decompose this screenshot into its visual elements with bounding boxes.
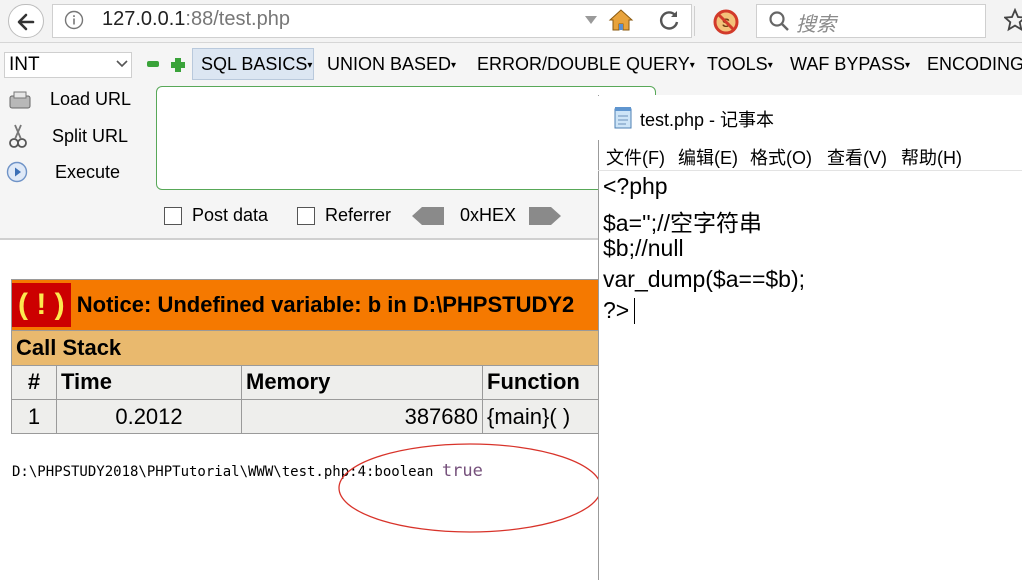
cell-memory: 387680 xyxy=(241,399,483,434)
column-time: Time xyxy=(56,364,242,401)
url-path: :88/test.php xyxy=(185,8,290,30)
menu-encoding[interactable]: ENCODING xyxy=(927,54,1022,75)
menu-encoding-label: ENCODING xyxy=(927,54,1022,74)
menu-tools[interactable]: TOOLS▾ xyxy=(707,54,773,75)
menu-waf-bypass[interactable]: WAF BYPASS▾ xyxy=(790,54,910,75)
url-textarea[interactable] xyxy=(156,86,656,190)
split-url-label: Split URL xyxy=(52,126,129,146)
execute-label: Execute xyxy=(55,162,121,182)
back-arrow-icon xyxy=(17,13,35,31)
referrer-label: Referrer xyxy=(325,205,392,225)
menu-view[interactable]: 查看(V) xyxy=(827,144,887,170)
load-url-button[interactable]: Load URL xyxy=(50,89,131,110)
play-icon xyxy=(6,161,28,183)
dropdown-arrow-icon[interactable] xyxy=(584,15,598,25)
toolbar-divider xyxy=(694,6,695,36)
reload-icon[interactable] xyxy=(658,9,680,31)
notepad-icon xyxy=(614,107,632,129)
column-function: Function xyxy=(482,364,601,401)
search-input[interactable]: 搜索 xyxy=(796,8,836,37)
code-line[interactable]: <?php xyxy=(603,173,668,200)
minus-icon[interactable] xyxy=(146,58,160,70)
notice-message: Notice: Undefined variable: b in D:\PHPS… xyxy=(76,291,575,317)
chevron-down-icon xyxy=(116,60,128,68)
post-data-label: Post data xyxy=(192,205,269,225)
execute-button[interactable]: Execute xyxy=(55,162,120,183)
menu-arrow-icon: ▾ xyxy=(767,59,773,71)
menu-sql-basics-label: SQL BASICS xyxy=(201,54,308,74)
code-line[interactable]: $a='';//空字符串 xyxy=(603,204,762,238)
menu-edit[interactable]: 编辑(E) xyxy=(678,144,738,170)
menu-help[interactable]: 帮助(H) xyxy=(901,144,962,170)
info-icon[interactable] xyxy=(64,10,84,30)
menu-error-double-query-label: ERROR/DOUBLE QUERY xyxy=(477,54,690,74)
type-select-value: INT xyxy=(9,54,40,75)
cell-num: 1 xyxy=(11,399,57,434)
menu-format[interactable]: 格式(O) xyxy=(750,144,812,170)
menu-arrow-icon: ▾ xyxy=(307,59,313,71)
table-row: 1 0.2012 387680 {main}( ) xyxy=(11,399,601,434)
menu-file[interactable]: 文件(F) xyxy=(606,144,665,170)
menu-error-double-query[interactable]: ERROR/DOUBLE QUERY▾ xyxy=(477,54,695,75)
code-line[interactable]: var_dump($a==$b); xyxy=(603,266,805,293)
cell-time: 0.2012 xyxy=(56,399,242,434)
search-box[interactable] xyxy=(756,4,986,38)
annotation-ellipse xyxy=(338,443,602,533)
url-host: 127.0.0.1 xyxy=(102,8,186,30)
post-data-checkbox[interactable] xyxy=(164,207,182,225)
plus-icon[interactable] xyxy=(170,57,186,73)
column-memory: Memory xyxy=(241,364,483,401)
callstack-label: Call Stack xyxy=(11,329,601,366)
text-caret xyxy=(634,298,635,324)
menu-union-based[interactable]: UNION BASED▾ xyxy=(327,54,456,75)
split-url-button[interactable]: Split URL xyxy=(52,126,128,147)
bookmark-star-icon[interactable] xyxy=(1004,8,1022,32)
back-button[interactable] xyxy=(8,4,44,38)
search-icon xyxy=(769,11,789,31)
xdebug-notice-table: ( ! ) Notice: Undefined variable: b in D… xyxy=(11,279,601,434)
column-num: # xyxy=(11,364,57,401)
callstack-header-row: Call Stack xyxy=(11,329,601,366)
notepad-title: test.php - 记事本 xyxy=(640,110,775,130)
arrow-right-icon[interactable] xyxy=(527,206,563,226)
code-line[interactable]: $b;//null xyxy=(603,235,684,262)
notice-row: ( ! ) Notice: Undefined variable: b in D… xyxy=(11,279,601,331)
load-url-label: Load URL xyxy=(50,89,132,109)
hex-label: 0xHEX xyxy=(460,205,517,225)
column-header-row: # Time Memory Function xyxy=(11,364,601,401)
menu-tools-label: TOOLS xyxy=(707,54,768,74)
notice-badge: ( ! ) xyxy=(12,282,71,327)
menu-arrow-icon: ▾ xyxy=(905,59,911,71)
code-line[interactable]: ?> xyxy=(603,297,629,324)
url-text[interactable]: 127.0.0.1:88/test.php xyxy=(102,8,290,31)
cell-function: {main}( ) xyxy=(482,399,601,434)
noscript-icon[interactable]: S xyxy=(712,8,740,36)
menu-arrow-icon: ▾ xyxy=(451,59,457,71)
menu-arrow-icon: ▾ xyxy=(689,59,695,71)
home-icon[interactable] xyxy=(608,8,634,32)
scissors-icon xyxy=(9,124,27,148)
load-url-icon xyxy=(9,91,31,109)
menu-union-based-label: UNION BASED xyxy=(327,54,452,74)
menu-sql-basics[interactable]: SQL BASICS▾ xyxy=(201,54,312,75)
arrow-left-icon[interactable] xyxy=(410,206,446,226)
menu-waf-bypass-label: WAF BYPASS xyxy=(790,54,906,74)
referrer-checkbox[interactable] xyxy=(297,207,315,225)
